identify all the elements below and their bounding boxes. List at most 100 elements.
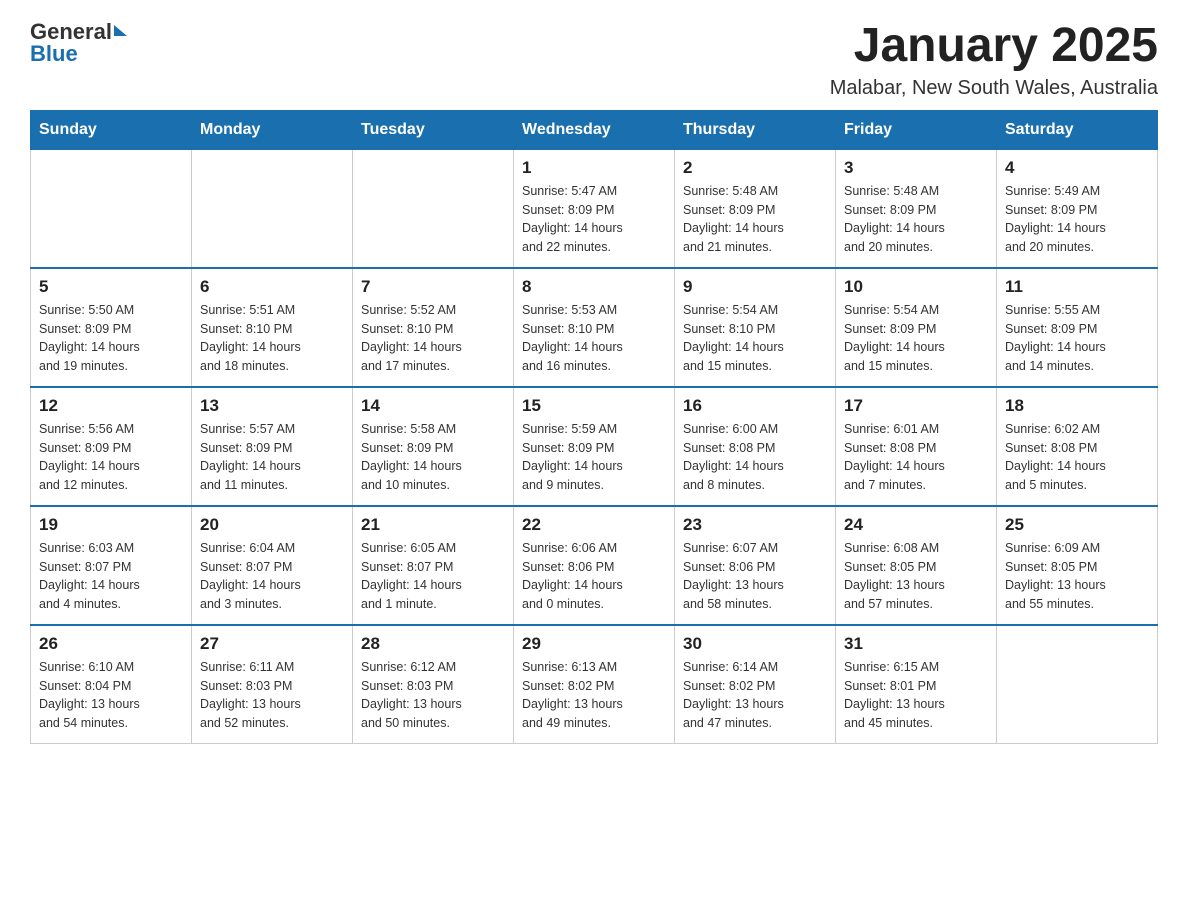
day-info: Sunrise: 6:08 AM Sunset: 8:05 PM Dayligh… [844, 539, 988, 614]
calendar-cell: 17 Sunrise: 6:01 AM Sunset: 8:08 PM Dayli… [836, 387, 997, 506]
weekday-header: Thursday [675, 110, 836, 149]
day-info: Sunrise: 5:58 AM Sunset: 8:09 PM Dayligh… [361, 420, 505, 495]
calendar-cell: 25 Sunrise: 6:09 AM Sunset: 8:05 PM Dayli… [997, 506, 1158, 625]
calendar-cell [997, 625, 1158, 744]
calendar-cell: 13 Sunrise: 5:57 AM Sunset: 8:09 PM Dayli… [192, 387, 353, 506]
calendar-cell: 2 Sunrise: 5:48 AM Sunset: 8:09 PM Daylig… [675, 149, 836, 268]
day-number: 18 [1005, 396, 1149, 416]
day-info: Sunrise: 6:12 AM Sunset: 8:03 PM Dayligh… [361, 658, 505, 733]
calendar-cell: 28 Sunrise: 6:12 AM Sunset: 8:03 PM Dayli… [353, 625, 514, 744]
day-number: 12 [39, 396, 183, 416]
day-info: Sunrise: 6:09 AM Sunset: 8:05 PM Dayligh… [1005, 539, 1149, 614]
calendar-cell: 16 Sunrise: 6:00 AM Sunset: 8:08 PM Dayli… [675, 387, 836, 506]
day-number: 17 [844, 396, 988, 416]
calendar-cell: 26 Sunrise: 6:10 AM Sunset: 8:04 PM Dayli… [31, 625, 192, 744]
day-number: 14 [361, 396, 505, 416]
day-info: Sunrise: 6:14 AM Sunset: 8:02 PM Dayligh… [683, 658, 827, 733]
day-info: Sunrise: 6:05 AM Sunset: 8:07 PM Dayligh… [361, 539, 505, 614]
day-info: Sunrise: 6:00 AM Sunset: 8:08 PM Dayligh… [683, 420, 827, 495]
day-info: Sunrise: 6:07 AM Sunset: 8:06 PM Dayligh… [683, 539, 827, 614]
day-number: 1 [522, 158, 666, 178]
calendar-cell: 7 Sunrise: 5:52 AM Sunset: 8:10 PM Daylig… [353, 268, 514, 387]
calendar-cell: 14 Sunrise: 5:58 AM Sunset: 8:09 PM Dayli… [353, 387, 514, 506]
day-number: 31 [844, 634, 988, 654]
day-info: Sunrise: 5:54 AM Sunset: 8:10 PM Dayligh… [683, 301, 827, 376]
calendar-cell: 1 Sunrise: 5:47 AM Sunset: 8:09 PM Daylig… [514, 149, 675, 268]
day-number: 28 [361, 634, 505, 654]
calendar-cell: 18 Sunrise: 6:02 AM Sunset: 8:08 PM Dayli… [997, 387, 1158, 506]
day-info: Sunrise: 5:51 AM Sunset: 8:10 PM Dayligh… [200, 301, 344, 376]
day-number: 13 [200, 396, 344, 416]
weekday-header: Friday [836, 110, 997, 149]
weekday-header: Sunday [31, 110, 192, 149]
day-info: Sunrise: 5:59 AM Sunset: 8:09 PM Dayligh… [522, 420, 666, 495]
calendar-cell [192, 149, 353, 268]
day-number: 27 [200, 634, 344, 654]
day-number: 24 [844, 515, 988, 535]
day-info: Sunrise: 6:13 AM Sunset: 8:02 PM Dayligh… [522, 658, 666, 733]
day-number: 6 [200, 277, 344, 297]
day-info: Sunrise: 6:04 AM Sunset: 8:07 PM Dayligh… [200, 539, 344, 614]
calendar-table: SundayMondayTuesdayWednesdayThursdayFrid… [30, 110, 1158, 744]
day-number: 16 [683, 396, 827, 416]
page-header: General Blue January 2025 Malabar, New S… [30, 20, 1158, 100]
logo-arrow-icon [114, 25, 127, 36]
calendar-cell: 9 Sunrise: 5:54 AM Sunset: 8:10 PM Daylig… [675, 268, 836, 387]
day-info: Sunrise: 5:47 AM Sunset: 8:09 PM Dayligh… [522, 182, 666, 257]
weekday-header: Monday [192, 110, 353, 149]
day-number: 19 [39, 515, 183, 535]
day-number: 30 [683, 634, 827, 654]
calendar-cell: 12Sunrise: 5:56 AM Sunset: 8:09 PM Dayli… [31, 387, 192, 506]
calendar-cell: 8 Sunrise: 5:53 AM Sunset: 8:10 PM Daylig… [514, 268, 675, 387]
day-number: 21 [361, 515, 505, 535]
day-info: Sunrise: 5:48 AM Sunset: 8:09 PM Dayligh… [683, 182, 827, 257]
calendar-cell: 31 Sunrise: 6:15 AM Sunset: 8:01 PM Dayli… [836, 625, 997, 744]
calendar-cell: 27 Sunrise: 6:11 AM Sunset: 8:03 PM Dayli… [192, 625, 353, 744]
weekday-header: Wednesday [514, 110, 675, 149]
day-info: Sunrise: 6:01 AM Sunset: 8:08 PM Dayligh… [844, 420, 988, 495]
day-info: Sunrise: 5:50 AM Sunset: 8:09 PM Dayligh… [39, 301, 183, 376]
day-number: 15 [522, 396, 666, 416]
calendar-cell: 30 Sunrise: 6:14 AM Sunset: 8:02 PM Dayli… [675, 625, 836, 744]
day-info: Sunrise: 6:11 AM Sunset: 8:03 PM Dayligh… [200, 658, 344, 733]
calendar-cell: 6 Sunrise: 5:51 AM Sunset: 8:10 PM Daylig… [192, 268, 353, 387]
logo-blue: Blue [30, 41, 78, 66]
day-number: 23 [683, 515, 827, 535]
day-number: 8 [522, 277, 666, 297]
calendar-cell: 15 Sunrise: 5:59 AM Sunset: 8:09 PM Dayli… [514, 387, 675, 506]
day-number: 26 [39, 634, 183, 654]
day-number: 20 [200, 515, 344, 535]
calendar-cell: 19 Sunrise: 6:03 AM Sunset: 8:07 PM Dayli… [31, 506, 192, 625]
day-number: 7 [361, 277, 505, 297]
day-info: Sunrise: 5:53 AM Sunset: 8:10 PM Dayligh… [522, 301, 666, 376]
calendar-cell: 23 Sunrise: 6:07 AM Sunset: 8:06 PM Dayli… [675, 506, 836, 625]
day-number: 10 [844, 277, 988, 297]
day-number: 4 [1005, 158, 1149, 178]
day-info: Sunrise: 5:48 AM Sunset: 8:09 PM Dayligh… [844, 182, 988, 257]
weekday-header: Saturday [997, 110, 1158, 149]
day-number: 11 [1005, 277, 1149, 297]
day-number: 25 [1005, 515, 1149, 535]
calendar-cell: 4Sunrise: 5:49 AM Sunset: 8:09 PM Daylig… [997, 149, 1158, 268]
calendar-cell: 10 Sunrise: 5:54 AM Sunset: 8:09 PM Dayli… [836, 268, 997, 387]
day-info: Sunrise: 6:02 AM Sunset: 8:08 PM Dayligh… [1005, 420, 1149, 495]
day-info: Sunrise: 6:15 AM Sunset: 8:01 PM Dayligh… [844, 658, 988, 733]
calendar-cell: 22Sunrise: 6:06 AM Sunset: 8:06 PM Dayli… [514, 506, 675, 625]
logo: General Blue [30, 20, 127, 66]
day-number: 2 [683, 158, 827, 178]
day-number: 9 [683, 277, 827, 297]
calendar-cell: 29Sunrise: 6:13 AM Sunset: 8:02 PM Dayli… [514, 625, 675, 744]
day-info: Sunrise: 6:10 AM Sunset: 8:04 PM Dayligh… [39, 658, 183, 733]
title-block: January 2025 Malabar, New South Wales, A… [830, 20, 1158, 100]
day-number: 22 [522, 515, 666, 535]
day-info: Sunrise: 5:52 AM Sunset: 8:10 PM Dayligh… [361, 301, 505, 376]
day-info: Sunrise: 5:57 AM Sunset: 8:09 PM Dayligh… [200, 420, 344, 495]
weekday-header: Tuesday [353, 110, 514, 149]
day-info: Sunrise: 6:03 AM Sunset: 8:07 PM Dayligh… [39, 539, 183, 614]
main-title: January 2025 [830, 20, 1158, 73]
calendar-cell: 21 Sunrise: 6:05 AM Sunset: 8:07 PM Dayli… [353, 506, 514, 625]
day-number: 5 [39, 277, 183, 297]
day-info: Sunrise: 5:54 AM Sunset: 8:09 PM Dayligh… [844, 301, 988, 376]
day-number: 3 [844, 158, 988, 178]
subtitle: Malabar, New South Wales, Australia [830, 77, 1158, 100]
